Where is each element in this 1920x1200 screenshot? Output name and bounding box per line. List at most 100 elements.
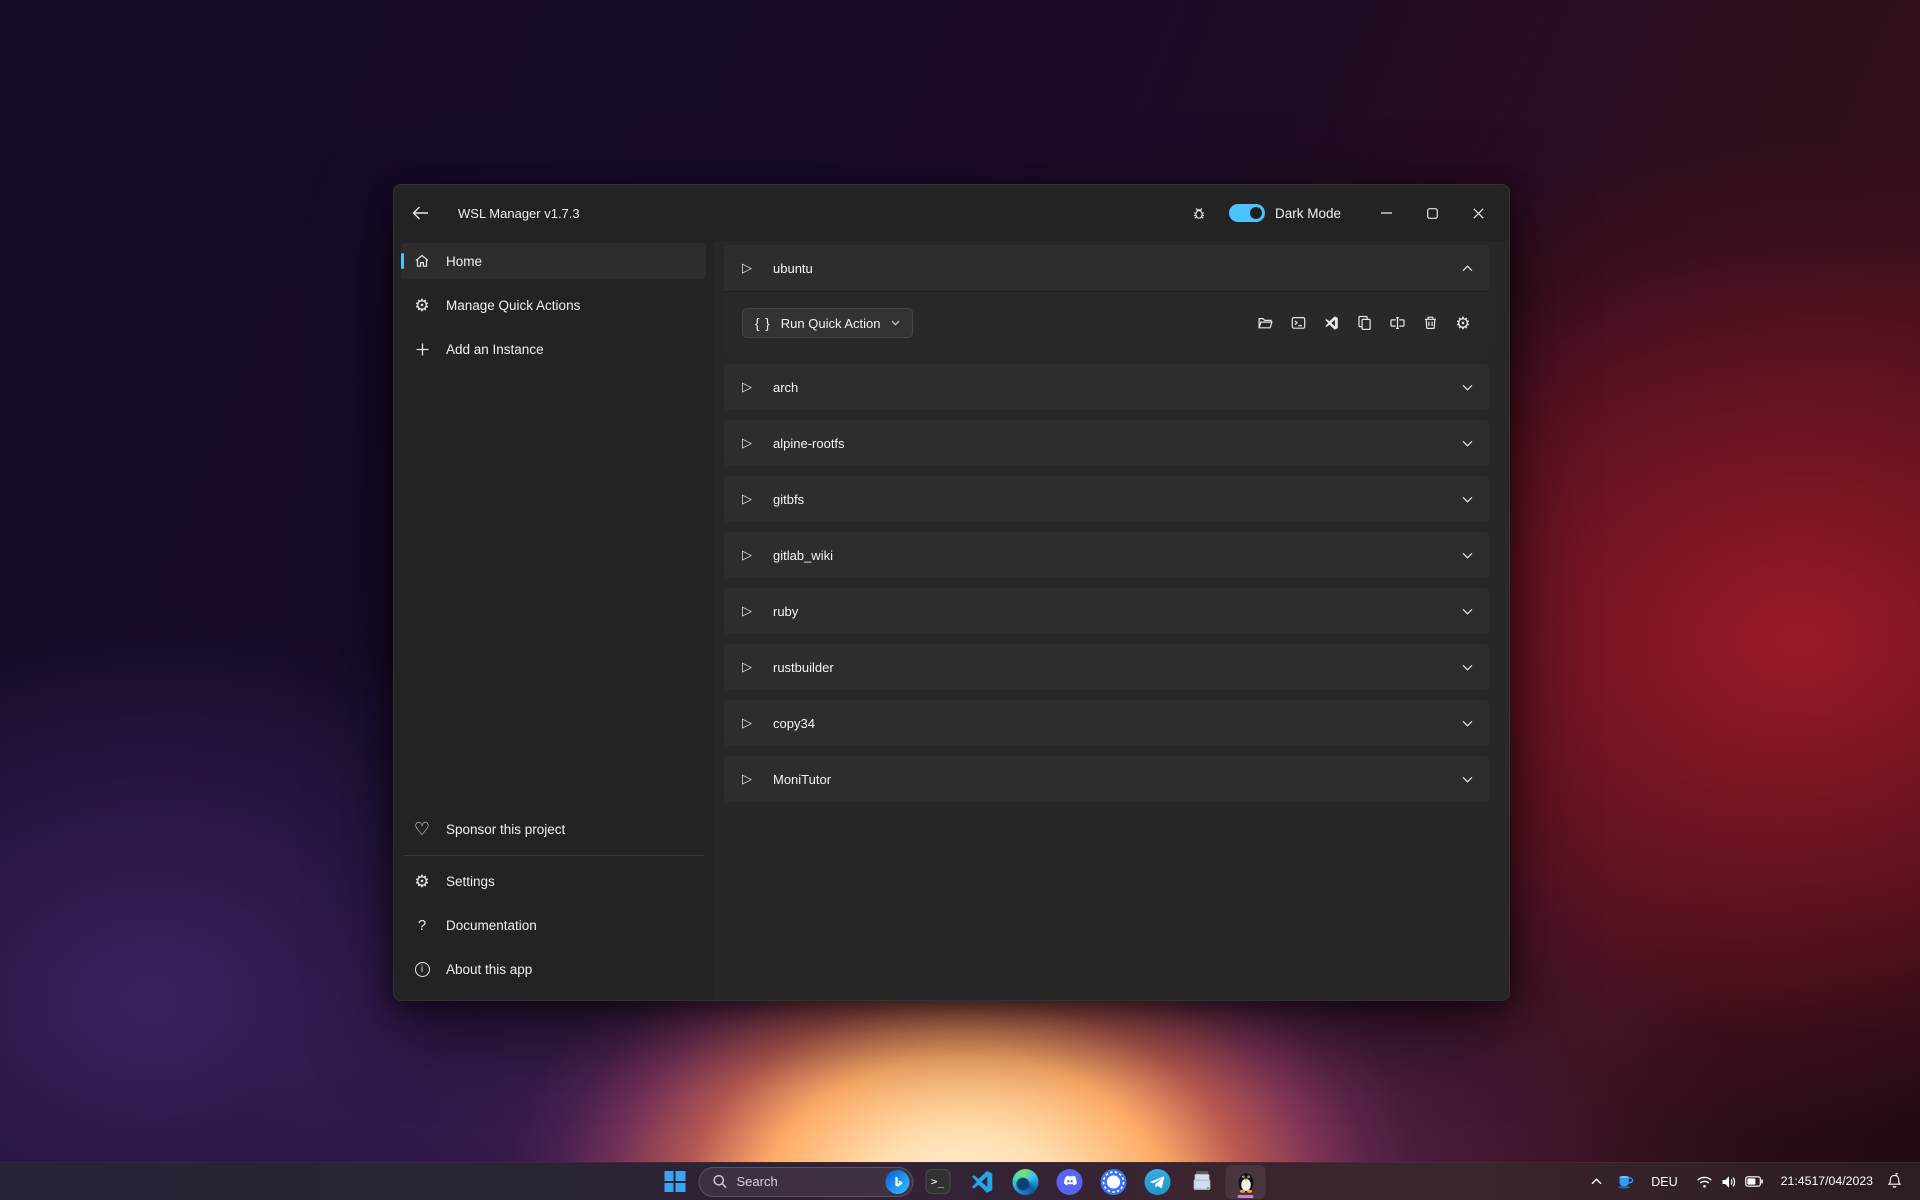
window-title: WSL Manager v1.7.3 [458,205,580,221]
instance-name: copy34 [773,715,815,731]
dark-mode-label: Dark Mode [1274,205,1341,221]
instance-settings-button[interactable]: ⚙ [1453,313,1473,333]
system-tray-status[interactable] [1688,1164,1771,1200]
taskbar-app-discord[interactable] [1050,1165,1090,1199]
delete-button[interactable] [1420,313,1440,333]
sidebar-item-label: Add an Instance [446,341,544,357]
taskbar-app-edge[interactable] [1006,1165,1046,1199]
search-label: Search [736,1174,778,1189]
instance-name: ruby [773,603,799,619]
close-button[interactable] [1455,196,1501,230]
language-indicator[interactable]: DEU [1641,1164,1687,1200]
wsl-manager-window: WSL Manager v1.7.3 Dark Mode Home ⚙ Mana… [393,184,1510,1001]
sidebar-item-about[interactable]: i About this app [401,951,706,987]
instance-row-gitlab-wiki[interactable]: ▷ gitlab_wiki [724,532,1489,578]
titlebar: WSL Manager v1.7.3 Dark Mode [394,185,1509,241]
chevron-down-icon[interactable] [1462,384,1473,391]
play-icon[interactable]: ▷ [742,379,752,395]
play-icon[interactable]: ▷ [742,603,752,619]
plus-icon [412,342,432,357]
maximize-icon [1426,207,1438,219]
vscode-app-icon [969,1169,994,1194]
play-icon[interactable]: ▷ [742,547,752,563]
notification-center-button[interactable] [1882,1164,1906,1200]
home-icon [412,253,432,269]
sidebar-item-label: Manage Quick Actions [446,297,581,313]
wifi-icon [1696,1175,1713,1189]
run-quick-action-label: Run Quick Action [780,315,881,331]
instance-row-gitbfs[interactable]: ▷ gitbfs [724,476,1489,522]
instance-name: arch [773,379,799,395]
play-icon[interactable]: ▷ [742,491,752,507]
sidebar-item-manage-quick-actions[interactable]: ⚙ Manage Quick Actions [401,287,706,323]
report-bug-button[interactable] [1183,197,1215,229]
back-button[interactable] [404,197,436,229]
chevron-up-icon [1591,1178,1602,1185]
instance-list: ▷ ubuntu { } Run Quick Action ⚙ ▷ arch ▷… [713,241,1509,1000]
sidebar-item-settings[interactable]: ⚙ Settings [401,863,706,899]
play-icon[interactable]: ▷ [742,435,752,451]
open-terminal-button[interactable] [1288,313,1308,333]
chevron-down-icon[interactable] [1462,440,1473,447]
start-button[interactable] [655,1165,695,1199]
taskbar-search[interactable]: Search [698,1166,914,1197]
instance-row-monitutor[interactable]: ▷ MoniTutor [724,756,1489,802]
play-icon[interactable]: ▷ [742,715,752,731]
info-icon: i [412,961,432,977]
instance-row-rustbuilder[interactable]: ▷ rustbuilder [724,644,1489,690]
clock[interactable]: 21:45 17/04/2023 [1781,1164,1873,1200]
play-icon[interactable]: ▷ [742,771,752,787]
desktop-wallpaper: WSL Manager v1.7.3 Dark Mode Home ⚙ Mana… [0,0,1920,1200]
sidebar-item-home[interactable]: Home [401,243,706,279]
chevron-down-icon[interactable] [1462,552,1473,559]
taskbar-app-signal[interactable] [1094,1165,1134,1199]
chevron-down-icon[interactable] [1462,496,1473,503]
minimize-button[interactable] [1363,196,1409,230]
taskbar-app-terminal[interactable]: >_ [918,1165,958,1199]
sidebar-item-label: Settings [446,873,495,889]
instance-name: alpine-rootfs [773,435,845,451]
run-quick-action-button[interactable]: { } Run Quick Action [742,308,913,338]
play-icon[interactable]: ▷ [742,260,752,276]
discord-app-icon [1056,1168,1083,1195]
taskbar: Search >_ DEU 21:45 17/04/2023 [0,1162,1920,1200]
duplicate-button[interactable] [1354,313,1374,333]
chevron-up-icon[interactable] [1462,264,1473,272]
minimize-icon [1380,212,1392,214]
maximize-button[interactable] [1409,196,1455,230]
taskbar-app-scanner[interactable] [1182,1165,1222,1199]
back-arrow-icon [412,206,429,220]
sidebar-item-add-instance[interactable]: Add an Instance [401,331,706,367]
telegram-app-icon [1144,1168,1171,1195]
taskbar-app-vscode[interactable] [962,1165,1002,1199]
battery-icon [1744,1176,1763,1187]
chevron-down-icon [891,320,900,326]
chevron-down-icon[interactable] [1462,720,1473,727]
instance-name: rustbuilder [773,659,834,675]
rename-button[interactable] [1387,313,1407,333]
chevron-down-icon[interactable] [1462,608,1473,615]
tray-expand-button[interactable] [1583,1164,1609,1200]
taskbar-app-telegram[interactable] [1138,1165,1178,1199]
tray-beverage-app[interactable] [1609,1164,1641,1200]
instance-header-ubuntu[interactable]: ▷ ubuntu [724,245,1489,291]
chevron-down-icon[interactable] [1462,664,1473,671]
taskbar-app-wsl-manager[interactable] [1225,1164,1266,1199]
instance-row-ruby[interactable]: ▷ ruby [724,588,1489,634]
sidebar: Home ⚙ Manage Quick Actions Add an Insta… [394,241,713,1000]
trash-icon [1422,315,1439,331]
vscode-icon [1323,315,1340,331]
instance-name: gitbfs [773,491,805,507]
open-vscode-button[interactable] [1321,313,1341,333]
play-icon[interactable]: ▷ [742,659,752,675]
sidebar-item-sponsor[interactable]: ♡ Sponsor this project [401,811,706,847]
instance-row-arch[interactable]: ▷ arch [724,364,1489,410]
linux-penguin-icon [1233,1169,1258,1194]
open-folder-button[interactable] [1255,313,1275,333]
sidebar-item-documentation[interactable]: ? Documentation [401,907,706,943]
chevron-down-icon[interactable] [1462,776,1473,783]
bing-chat-icon[interactable] [885,1169,910,1194]
instance-row-copy34[interactable]: ▷ copy34 [724,700,1489,746]
dark-mode-toggle[interactable] [1228,204,1265,222]
instance-row-alpine-rootfs[interactable]: ▷ alpine-rootfs [724,420,1489,466]
